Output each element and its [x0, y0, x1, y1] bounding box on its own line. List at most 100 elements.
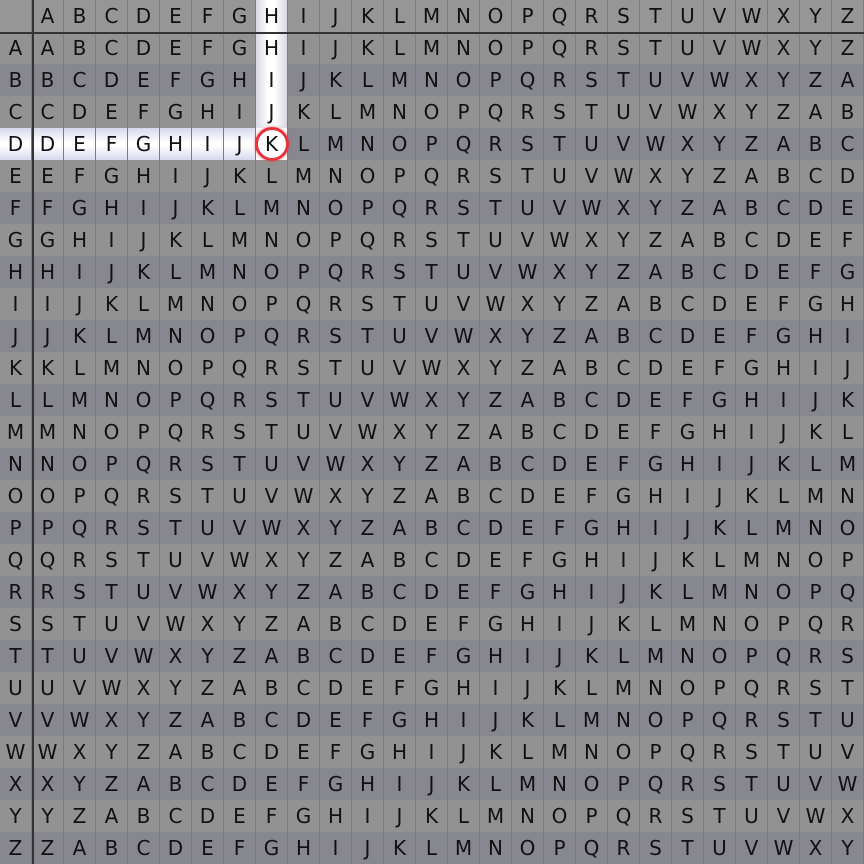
table-cell: D	[416, 576, 448, 608]
table-cell: M	[448, 832, 480, 864]
table-cell: P	[480, 64, 512, 96]
table-cell: V	[544, 192, 576, 224]
table-cell: E	[576, 448, 608, 480]
table-cell: D	[640, 352, 672, 384]
table-cell: V	[352, 384, 384, 416]
row-header: B	[0, 64, 32, 96]
table-cell: U	[800, 736, 832, 768]
table-cell: T	[672, 832, 704, 864]
table-cell: W	[352, 416, 384, 448]
table-cell: U	[192, 512, 224, 544]
table-cell: A	[608, 288, 640, 320]
table-cell: A	[576, 320, 608, 352]
table-cell: C	[192, 768, 224, 800]
table-cell: S	[96, 544, 128, 576]
table-cell: I	[800, 352, 832, 384]
table-cell: Z	[704, 160, 736, 192]
table-cell: S	[160, 480, 192, 512]
table-cell: K	[32, 352, 64, 384]
table-cell: Z	[480, 384, 512, 416]
column-header: C	[96, 0, 128, 32]
table-cell: E	[256, 768, 288, 800]
table-cell: O	[224, 288, 256, 320]
table-cell: K	[96, 288, 128, 320]
table-cell: V	[416, 320, 448, 352]
table-cell: A	[288, 608, 320, 640]
column-header: D	[128, 0, 160, 32]
table-cell: K	[512, 704, 544, 736]
table-cell: M	[832, 448, 864, 480]
table-cell: S	[128, 512, 160, 544]
table-cell: A	[448, 448, 480, 480]
table-cell: K	[64, 320, 96, 352]
column-header: G	[224, 0, 256, 32]
table-cell: W	[32, 736, 64, 768]
table-cell: V	[640, 96, 672, 128]
column-header: X	[768, 0, 800, 32]
table-cell: P	[736, 640, 768, 672]
table-cell: R	[224, 384, 256, 416]
column-header: O	[480, 0, 512, 32]
table-cell: F	[384, 672, 416, 704]
table-cell: M	[320, 128, 352, 160]
table-cell: V	[576, 160, 608, 192]
table-cell: Z	[576, 288, 608, 320]
table-cell: R	[704, 736, 736, 768]
table-cell: U	[64, 640, 96, 672]
table-cell: V	[224, 512, 256, 544]
table-cell: A	[224, 672, 256, 704]
table-cell: X	[320, 480, 352, 512]
column-header: S	[608, 0, 640, 32]
table-cell: R	[448, 160, 480, 192]
table-cell: Z	[672, 192, 704, 224]
table-cell: Q	[576, 832, 608, 864]
table-cell: B	[832, 96, 864, 128]
table-cell: Y	[64, 768, 96, 800]
table-cell: C	[256, 704, 288, 736]
table-cell: Y	[224, 608, 256, 640]
table-cell: N	[448, 32, 480, 64]
table-cell: C	[416, 544, 448, 576]
table-cell: A	[64, 832, 96, 864]
table-cell: M	[160, 288, 192, 320]
table-cell: Z	[128, 736, 160, 768]
table-cell: P	[704, 672, 736, 704]
table-cell: W	[576, 192, 608, 224]
table-cell: B	[288, 640, 320, 672]
table-cell: J	[64, 288, 96, 320]
table-cell: R	[352, 256, 384, 288]
table-cell: H	[608, 512, 640, 544]
table-cell: Q	[384, 192, 416, 224]
table-cell: P	[64, 480, 96, 512]
table-cell: W	[672, 96, 704, 128]
table-cell: I	[672, 480, 704, 512]
table-cell: R	[608, 832, 640, 864]
table-cell: G	[448, 640, 480, 672]
table-cell: C	[736, 224, 768, 256]
table-cell: O	[800, 544, 832, 576]
table-cell: I	[320, 832, 352, 864]
table-cell: C	[480, 480, 512, 512]
table-cell: O	[96, 416, 128, 448]
table-cell: F	[768, 288, 800, 320]
table-cell: F	[160, 64, 192, 96]
table-cell: N	[704, 608, 736, 640]
table-cell: M	[544, 736, 576, 768]
table-cell: A	[736, 160, 768, 192]
table-cell: M	[384, 64, 416, 96]
table-cell: N	[320, 160, 352, 192]
table-cell: M	[256, 192, 288, 224]
table-cell: P	[160, 384, 192, 416]
table-cell: U	[672, 32, 704, 64]
table-cell: Z	[320, 544, 352, 576]
table-cell: T	[608, 64, 640, 96]
table-cell: H	[128, 160, 160, 192]
table-cell: R	[800, 640, 832, 672]
table-cell: G	[192, 64, 224, 96]
table-cell: W	[800, 800, 832, 832]
table-cell: V	[128, 608, 160, 640]
table-cell: X	[288, 512, 320, 544]
table-cell: J	[736, 448, 768, 480]
table-cell: H	[672, 448, 704, 480]
table-cell: Z	[160, 704, 192, 736]
